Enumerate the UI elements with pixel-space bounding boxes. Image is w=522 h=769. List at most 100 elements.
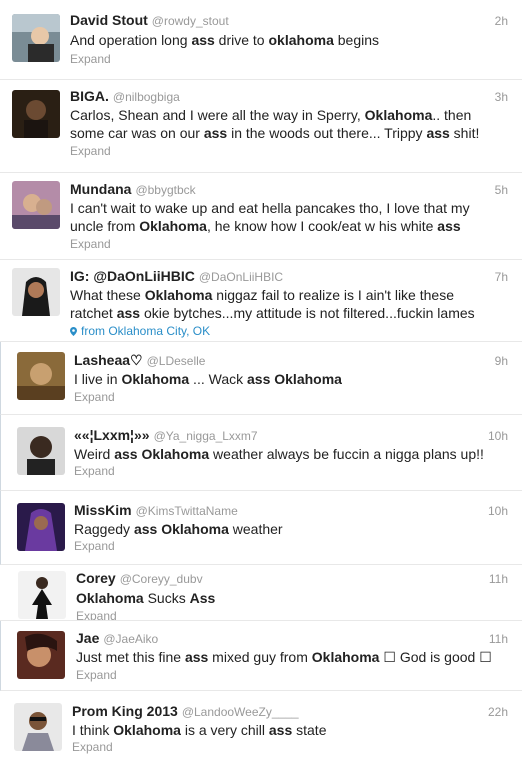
text-run: I think bbox=[72, 722, 114, 738]
expand-link[interactable]: Expand bbox=[76, 668, 117, 682]
search-keyword: Oklahoma bbox=[274, 371, 342, 387]
search-keyword: Oklahoma bbox=[76, 590, 144, 606]
tweet-timestamp[interactable]: 22h bbox=[488, 705, 508, 719]
avatar[interactable] bbox=[12, 268, 60, 316]
search-keyword: ass bbox=[426, 125, 450, 141]
tweet-text: I can't wait to wake up and eat hella pa… bbox=[70, 199, 490, 235]
expand-link[interactable]: Expand bbox=[74, 464, 115, 478]
avatar[interactable] bbox=[17, 352, 65, 400]
search-keyword: oklahoma bbox=[268, 32, 334, 48]
avatar[interactable] bbox=[18, 571, 66, 619]
tweet-handle[interactable]: @JaeAiko bbox=[103, 632, 158, 646]
search-keyword: ass bbox=[114, 446, 138, 462]
text-run: I live in bbox=[74, 371, 122, 387]
expand-link[interactable]: Expand bbox=[70, 144, 111, 158]
tweet-text: Oklahoma Sucks Ass bbox=[76, 589, 496, 607]
tweet-timestamp[interactable]: 5h bbox=[495, 183, 508, 197]
location-link[interactable]: from Oklahoma City, OK bbox=[70, 324, 210, 338]
text-run: shit! bbox=[449, 125, 480, 141]
search-keyword: ass bbox=[247, 371, 271, 387]
tweet-item[interactable]: ««¦Lxxm¦»» @Ya_nigga_Lxxm7 10h Weird ass … bbox=[0, 415, 522, 491]
expand-link[interactable]: Expand bbox=[74, 390, 115, 404]
search-keyword: ass bbox=[203, 125, 228, 141]
tweet-text: I think Oklahoma is a very chill ass sta… bbox=[72, 721, 492, 739]
tweet-text: Weird ass Oklahoma weather always be fuc… bbox=[74, 445, 504, 463]
avatar[interactable] bbox=[12, 14, 60, 62]
tweet-fullname[interactable]: ««¦Lxxm¦»» bbox=[74, 427, 150, 443]
text-run: state bbox=[292, 722, 327, 738]
avatar[interactable] bbox=[12, 90, 60, 138]
tweet-fullname[interactable]: BIGA. bbox=[70, 88, 109, 104]
tweet-handle[interactable]: @nilbogbiga bbox=[113, 90, 180, 104]
tweet-item[interactable]: Lasheaa♡ @LDeselle 9h I live in Oklahoma … bbox=[0, 342, 522, 415]
expand-link[interactable]: Expand bbox=[74, 539, 115, 553]
tweet-item[interactable]: MissKim @KimsTwittaName 10h Raggedy ass O… bbox=[0, 491, 522, 565]
tweet-text: I live in Oklahoma ... Wack ass Oklahoma bbox=[74, 370, 494, 388]
tweet-handle[interactable]: @Ya_nigga_Lxxm7 bbox=[154, 429, 258, 443]
text-run: ☐ God is good ☐ bbox=[379, 649, 492, 665]
tweet-item[interactable]: David Stout @rowdy_stout 2h And operation… bbox=[0, 0, 522, 80]
avatar[interactable] bbox=[14, 703, 62, 751]
tweet-item[interactable]: Prom King 2013 @LandooWeeZy____ 22h I thi… bbox=[0, 691, 522, 769]
tweet-fullname[interactable]: Jae bbox=[76, 630, 99, 646]
tweet-fullname[interactable]: Corey bbox=[76, 570, 116, 586]
tweet-handle[interactable]: @KimsTwittaName bbox=[136, 504, 238, 518]
tweet-item[interactable]: Corey @Coreyy_dubv 11h Oklahoma Sucks Ass… bbox=[0, 565, 522, 621]
tweet-fullname[interactable]: MissKim bbox=[74, 502, 132, 518]
location-pin-icon bbox=[70, 327, 77, 336]
text-run: , he know how I cook/eat w his white bbox=[206, 218, 438, 234]
tweet-item[interactable]: IG: @DaOnLiiHBIC @DaOnLiiHBIC 7h What the… bbox=[0, 260, 522, 342]
tweet-fullname[interactable]: Lasheaa♡ bbox=[74, 352, 143, 368]
expand-link[interactable]: Expand bbox=[72, 740, 113, 754]
expand-link[interactable]: Expand bbox=[70, 52, 111, 66]
location-text: from Oklahoma City, OK bbox=[81, 324, 211, 338]
tweet-handle[interactable]: @LDeselle bbox=[147, 354, 206, 368]
text-run: okie bytches...my attitude is not filter… bbox=[140, 305, 475, 321]
avatar[interactable] bbox=[17, 503, 65, 551]
tweet-timestamp[interactable]: 2h bbox=[495, 14, 508, 28]
expand-link[interactable]: Expand bbox=[76, 609, 117, 620]
avatar[interactable] bbox=[17, 427, 65, 475]
search-keyword: ass bbox=[184, 649, 209, 665]
tweet-handle[interactable]: @LandooWeeZy____ bbox=[182, 705, 299, 719]
tweet-fullname[interactable]: IG: @DaOnLiiHBIC bbox=[70, 268, 195, 284]
tweet-handle[interactable]: @DaOnLiiHBIC bbox=[199, 270, 283, 284]
tweet-timestamp[interactable]: 10h bbox=[488, 504, 508, 518]
tweet-text: Just met this fine ass mixed guy from Ok… bbox=[76, 648, 506, 666]
tweet-timestamp[interactable]: 11h bbox=[489, 572, 508, 586]
tweet-timestamp[interactable]: 10h bbox=[488, 429, 508, 443]
text-run: is a very chill bbox=[180, 722, 269, 738]
tweet-text: And operation long ass drive to oklahoma… bbox=[70, 31, 500, 49]
tweet-timestamp[interactable]: 3h bbox=[495, 90, 508, 104]
text-run: begins bbox=[333, 32, 380, 48]
search-keyword: Ass bbox=[189, 590, 216, 606]
text-run: What these bbox=[70, 287, 145, 303]
tweet-text: What these Oklahoma niggaz fail to reali… bbox=[70, 286, 500, 322]
search-keyword: ass bbox=[437, 218, 461, 234]
tweet-handle[interactable]: @Coreyy_dubv bbox=[120, 572, 203, 586]
tweet-timestamp[interactable]: 9h bbox=[495, 354, 508, 368]
search-keyword: ass bbox=[191, 32, 215, 48]
tweet-timestamp[interactable]: 11h bbox=[489, 632, 508, 646]
tweet-fullname[interactable]: Mundana bbox=[70, 181, 131, 197]
avatar[interactable] bbox=[17, 631, 65, 679]
search-keyword: ass bbox=[116, 305, 141, 321]
tweet-fullname[interactable]: David Stout bbox=[70, 12, 148, 28]
text-run: weather always be fuccin a nigga plans u… bbox=[209, 446, 484, 462]
tweet-text: Raggedy ass Oklahoma weather bbox=[74, 520, 494, 538]
tweet-handle[interactable]: @rowdy_stout bbox=[152, 14, 229, 28]
tweet-fullname[interactable]: Prom King 2013 bbox=[72, 703, 178, 719]
text-run: And operation long bbox=[70, 32, 192, 48]
tweet-text: Carlos, Shean and I were all the way in … bbox=[70, 106, 490, 142]
tweet-item[interactable]: Mundana @bbygtbck 5h I can't wait to wake… bbox=[0, 173, 522, 260]
search-keyword: Oklahoma bbox=[144, 287, 213, 303]
search-keyword: Oklahoma bbox=[113, 722, 181, 738]
expand-link[interactable]: Expand bbox=[70, 237, 111, 251]
text-run: Just met this fine bbox=[76, 649, 185, 665]
tweet-item[interactable]: Jae @JaeAiko 11h Just met this fine ass m… bbox=[0, 621, 522, 691]
search-keyword: Oklahoma bbox=[121, 371, 190, 387]
tweet-item[interactable]: BIGA. @nilbogbiga 3h Carlos, Shean and I … bbox=[0, 80, 522, 173]
tweet-handle[interactable]: @bbygtbck bbox=[135, 183, 195, 197]
tweet-timestamp[interactable]: 7h bbox=[495, 270, 508, 284]
avatar[interactable] bbox=[12, 181, 60, 229]
